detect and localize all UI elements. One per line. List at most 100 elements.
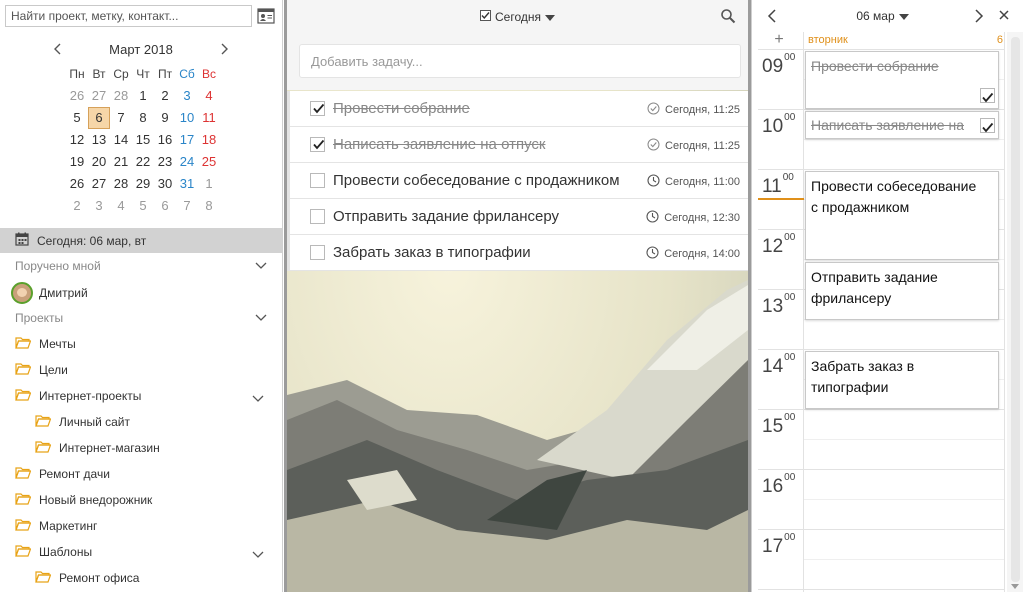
project-label: Личный сайт (59, 415, 130, 429)
calendar-day[interactable]: 11 (198, 107, 220, 129)
calendar-day[interactable]: 19 (66, 151, 88, 173)
calendar-day[interactable]: 17 (176, 129, 198, 151)
chevron-left-icon[interactable] (767, 9, 777, 23)
calendar-day[interactable]: 24 (176, 151, 198, 173)
task-row[interactable]: Написать заявление на отпуск Сегодня, 11… (287, 127, 748, 163)
add-task-box[interactable] (299, 44, 741, 78)
calendar-day[interactable]: 8 (132, 107, 154, 129)
task-checkbox[interactable] (310, 245, 325, 260)
task-checkbox[interactable] (310, 173, 325, 188)
calendar-day[interactable]: 10 (176, 107, 198, 129)
chevron-right-icon[interactable] (218, 42, 230, 56)
add-task-input[interactable] (311, 53, 740, 69)
calendar-day[interactable]: 15 (132, 129, 154, 151)
calendar-day[interactable]: 31 (176, 173, 198, 195)
task-row[interactable]: Провести собрание Сегодня, 11:25 (287, 91, 748, 127)
chevron-down-icon[interactable] (252, 548, 264, 558)
task-row[interactable]: Отправить задание фрилансеру Сегодня, 12… (287, 199, 748, 235)
calendar-day[interactable]: 4 (110, 195, 132, 217)
calendar-day[interactable]: 22 (132, 151, 154, 173)
calendar-day[interactable]: 8 (198, 195, 220, 217)
calendar-day[interactable]: 7 (110, 107, 132, 129)
search-icon[interactable] (720, 8, 736, 24)
project-item[interactable]: Интернет-магазин (35, 438, 160, 458)
calendar-day[interactable]: 7 (176, 195, 198, 217)
calendar-day[interactable]: 9 (154, 107, 176, 129)
calendar-day[interactable]: 25 (198, 151, 220, 173)
project-item[interactable]: Мечты (15, 334, 76, 354)
event-checkbox[interactable] (980, 88, 995, 103)
calendar-event[interactable]: Провести собрание (805, 51, 999, 109)
vertical-scrollbar[interactable] (1007, 32, 1023, 592)
task-row[interactable]: Забрать заказ в типографии Сегодня, 14:0… (287, 235, 748, 271)
section-assigned-by-me[interactable]: Поручено мной (15, 256, 267, 276)
project-label: Новый внедорожник (39, 493, 153, 507)
calendar-day[interactable]: 20 (88, 151, 110, 173)
task-checkbox[interactable] (310, 101, 325, 116)
calendar-day[interactable]: 4 (198, 85, 220, 107)
today-filter-dropdown[interactable]: Сегодня (480, 10, 555, 24)
task-checkbox[interactable] (310, 209, 325, 224)
scrollbar-thumb[interactable] (1011, 37, 1020, 582)
chevron-down-icon[interactable] (255, 311, 267, 325)
calendar-day[interactable]: 18 (198, 129, 220, 151)
contacts-card-icon[interactable] (257, 7, 275, 25)
project-item[interactable]: Ремонт дачи (15, 464, 110, 484)
calendar-event[interactable]: Написать заявление на (805, 111, 999, 139)
project-item[interactable]: Интернет-проекты (15, 386, 141, 406)
project-item[interactable]: Новый внедорожник (15, 490, 152, 510)
project-item[interactable]: Цели (15, 360, 68, 380)
calendar-day[interactable]: 26 (66, 173, 88, 195)
calendar-day[interactable]: 23 (154, 151, 176, 173)
calendar-day-today[interactable]: 6 (88, 107, 110, 129)
calendar-day[interactable]: 28 (110, 85, 132, 107)
today-filter[interactable]: Сегодня: 06 мар, вт (0, 228, 282, 253)
calendar-day[interactable]: 5 (132, 195, 154, 217)
chevron-right-icon[interactable] (974, 9, 984, 23)
weekday-label: вторник (808, 34, 848, 46)
weekday-label: Сб (179, 67, 195, 81)
calendar-day[interactable]: 30 (154, 173, 176, 195)
calendar-day[interactable]: 14 (110, 129, 132, 151)
project-item[interactable]: Личный сайт (35, 412, 130, 432)
calendar-week: 19 20 21 22 23 24 25 (66, 151, 222, 173)
chevron-down-icon[interactable] (255, 259, 267, 273)
calendar-day[interactable]: 13 (88, 129, 110, 151)
calendar-day[interactable]: 1 (132, 85, 154, 107)
hour-gridline (758, 409, 1004, 410)
calendar-day[interactable]: 12 (66, 129, 88, 151)
calendar-day[interactable]: 16 (154, 129, 176, 151)
search-box[interactable] (5, 5, 252, 27)
section-projects[interactable]: Проекты (15, 308, 267, 328)
calendar-day[interactable]: 5 (66, 107, 88, 129)
calendar-event[interactable]: Забрать заказ в типографии (805, 351, 999, 409)
calendar-day[interactable]: 6 (154, 195, 176, 217)
person-item[interactable]: Дмитрий (11, 281, 88, 305)
add-event-button[interactable]: + (772, 32, 786, 48)
calendar-day[interactable]: 28 (110, 173, 132, 195)
chevron-down-icon[interactable] (252, 392, 264, 402)
task-checkbox[interactable] (310, 137, 325, 152)
calendar-day[interactable]: 3 (176, 85, 198, 107)
calendar-day[interactable]: 29 (132, 173, 154, 195)
calendar-day[interactable]: 21 (110, 151, 132, 173)
calendar-event[interactable]: Провести собеседование с продажником (805, 171, 999, 260)
day-date-dropdown[interactable]: 06 мар (856, 9, 909, 23)
calendar-event[interactable]: Отправить задание фрилансеру (805, 262, 999, 320)
search-input[interactable] (6, 6, 251, 26)
calendar-day[interactable]: 26 (66, 85, 88, 107)
calendar-month-title[interactable]: Март 2018 (48, 42, 234, 57)
project-item[interactable]: Ремонт офиса (35, 568, 139, 588)
task-row[interactable]: Провести собеседование с продажником Сег… (287, 163, 748, 199)
scroll-down-arrow-icon[interactable] (1011, 584, 1019, 589)
calendar-day[interactable]: 27 (88, 173, 110, 195)
calendar-day[interactable]: 1 (198, 173, 220, 195)
calendar-day[interactable]: 2 (66, 195, 88, 217)
project-item[interactable]: Шаблоны (15, 542, 92, 562)
calendar-day[interactable]: 2 (154, 85, 176, 107)
close-icon[interactable] (998, 9, 1010, 21)
project-item[interactable]: Маркетинг (15, 516, 97, 536)
calendar-day[interactable]: 3 (88, 195, 110, 217)
calendar-day[interactable]: 27 (88, 85, 110, 107)
event-checkbox[interactable] (980, 118, 995, 133)
